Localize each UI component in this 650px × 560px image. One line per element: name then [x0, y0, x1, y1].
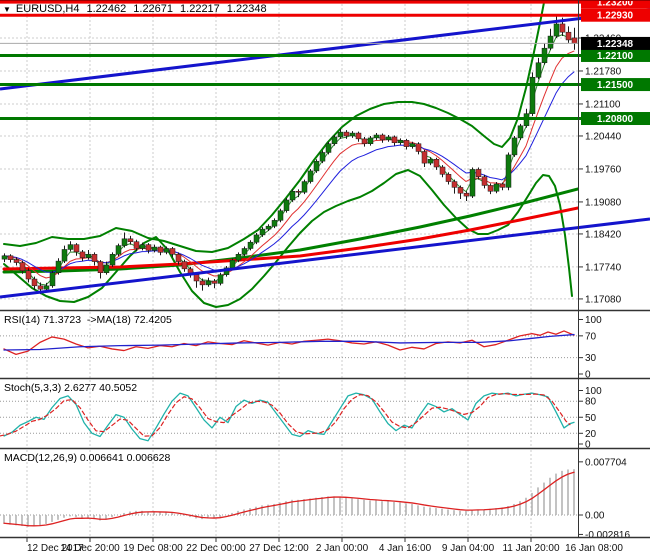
level-price-chip-text: 1.22100 — [597, 51, 634, 62]
level-price-chip: 1.20800 — [581, 112, 650, 126]
rsi-axis-label: 100 — [585, 315, 602, 326]
time-axis: 12 Dec 201714 Dec 20:00 19 Dec 08:00 22 De… — [26, 538, 623, 554]
price-tick-label: 1.19080 — [585, 197, 622, 208]
price-tick-label: 1.19760 — [585, 164, 622, 175]
time-tick-label: 2 Jan 00:00 — [316, 543, 369, 554]
price-axis: 1.224601.217801.211001.204401.197601.190… — [578, 34, 622, 305]
macd-axis-label: 0.00 — [585, 511, 605, 522]
rsi-axis-label: 30 — [585, 353, 597, 364]
stochastic-indicator-label: Stoch(5,3,3) 2.6277 40.5052 — [4, 382, 138, 394]
price-tick-label: 1.21780 — [585, 66, 622, 77]
level-price-chip-text: 1.21500 — [597, 80, 634, 91]
macd-indicator-label: MACD(12,26,9) 0.006641 0.006628 — [4, 452, 171, 464]
price-tick-label: 1.18420 — [585, 229, 622, 240]
price-tick-label: 1.20440 — [585, 131, 622, 142]
ohlc-open: 1.22462 — [86, 3, 127, 15]
time-tick-label: 27 Dec 12:00 — [249, 543, 309, 554]
time-tick-label: 19 Dec 08:00 — [123, 543, 183, 554]
level-price-chip-text: 1.23200 — [597, 0, 634, 9]
current-price-chip: 1.22348 — [581, 36, 650, 50]
stoch-axis-label: 100 — [585, 386, 602, 397]
price-tick-label: 1.17740 — [585, 262, 622, 273]
rsi-axis-label: 70 — [585, 331, 597, 342]
time-tick-label: 4 Jan 16:00 — [379, 543, 432, 554]
rsi-indicator-label: RSI(14) 71.3723 ->MA(18) 72.4205 — [4, 314, 172, 326]
stoch-axis-label: 20 — [585, 429, 597, 440]
symbol-timeframe-label: EURUSD,H4 — [15, 3, 80, 15]
macd-axis-label: 0.007704 — [585, 457, 627, 468]
time-tick-label: 9 Jan 04:00 — [442, 543, 495, 554]
stoch-axis-label: 80 — [585, 397, 597, 408]
price-tick-label: 1.21100 — [585, 99, 621, 110]
level-price-chip: 1.23200 — [581, 0, 650, 9]
chart-window: 1.224601.217801.211001.204401.197601.190… — [0, 0, 650, 560]
time-tick-label: 22 Dec 00:00 — [186, 543, 246, 554]
time-tick-label: 16 Jan 08:00 — [565, 543, 623, 554]
current-price-chip-text: 1.22348 — [597, 39, 634, 50]
macd-axis-label: -0.002816 — [585, 530, 630, 541]
ohlc-close: 1.22348 — [226, 3, 267, 15]
level-price-chip: 1.22930 — [581, 8, 650, 22]
ohlc-high: 1.22671 — [133, 3, 174, 15]
level-price-chip: 1.22100 — [581, 48, 650, 62]
level-price-chip-text: 1.20800 — [597, 114, 634, 125]
stoch-axis-label: 50 — [585, 413, 597, 424]
chart-canvas[interactable]: 1.224601.217801.211001.204401.197601.190… — [0, 0, 650, 560]
ohlc-low: 1.22217 — [180, 3, 220, 15]
level-price-chip-text: 1.22930 — [597, 11, 634, 22]
level-price-chip: 1.21500 — [581, 78, 650, 92]
chart-header: ▼ EURUSD,H4 1.22462 1.22671 1.22217 1.22… — [3, 3, 267, 15]
time-tick-label: 11 Jan 20:00 — [502, 543, 560, 554]
time-tick-label: 14 Dec 20:00 — [60, 543, 120, 554]
symbol-dropdown-icon[interactable]: ▼ — [3, 5, 11, 14]
price-tick-label: 1.17080 — [585, 294, 622, 305]
